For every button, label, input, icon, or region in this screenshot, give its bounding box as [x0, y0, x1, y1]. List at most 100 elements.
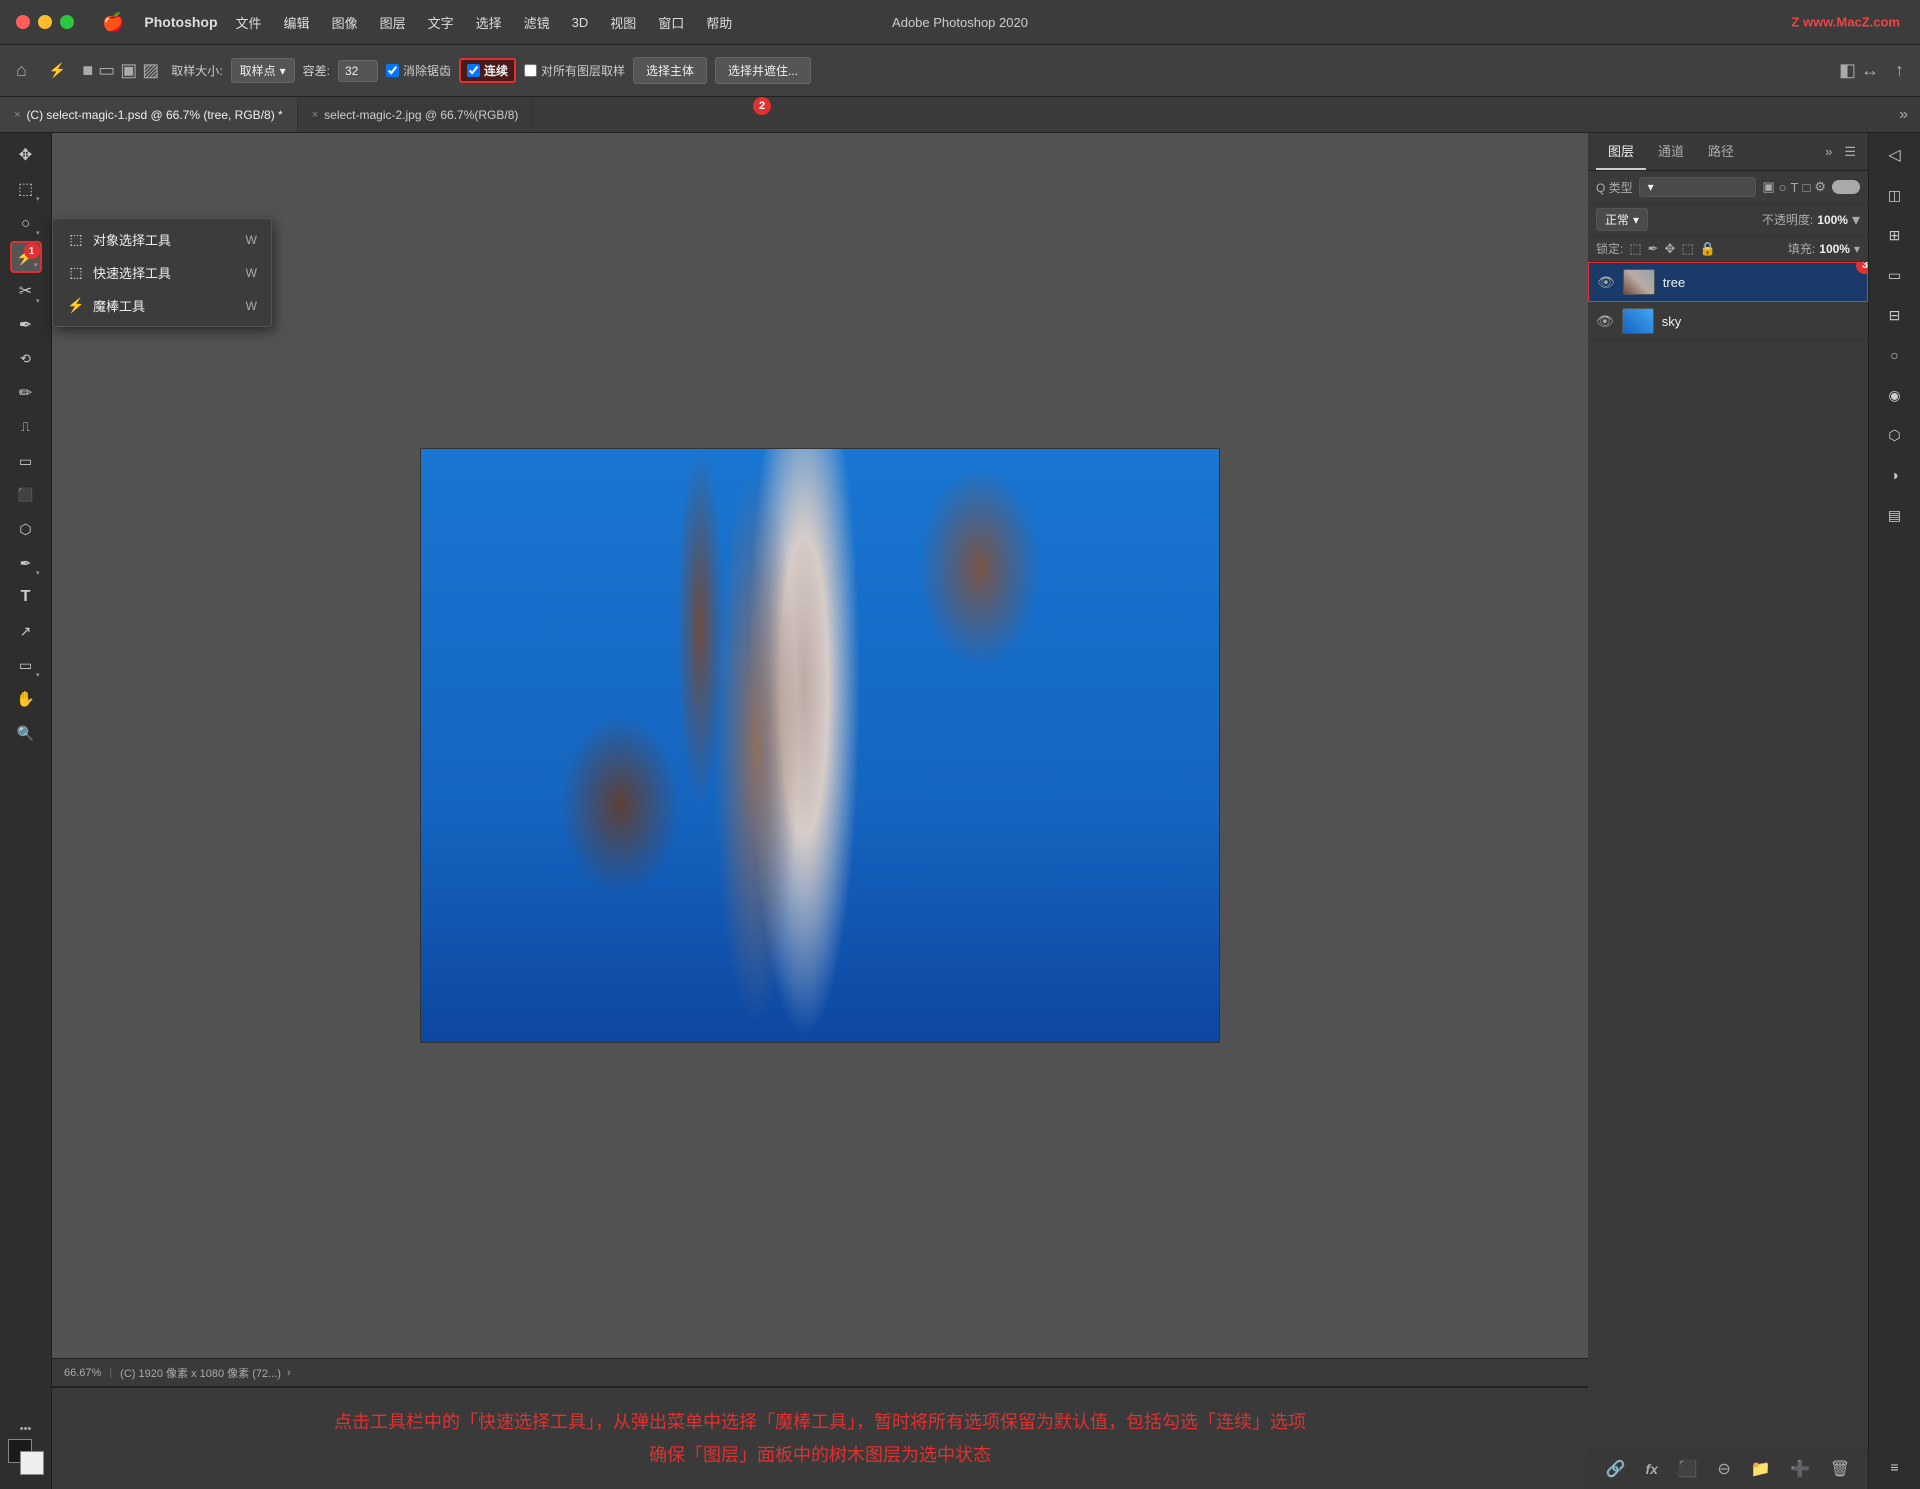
- healing-tool-button[interactable]: ⟲: [10, 343, 42, 375]
- menu-filter[interactable]: 滤镜: [514, 9, 560, 36]
- maximize-button[interactable]: [60, 15, 74, 29]
- menu-window[interactable]: 窗口: [648, 9, 694, 36]
- menu-layer[interactable]: 图层: [370, 9, 416, 36]
- layer-adjustment-button[interactable]: ⊖: [1711, 1455, 1736, 1483]
- context-quick-select[interactable]: ⬚ 快速选择工具 W: [53, 256, 271, 289]
- tab-close-jpg[interactable]: ×: [312, 109, 318, 121]
- pen-tool-button[interactable]: ✒ ▾: [10, 547, 42, 579]
- tab-psd[interactable]: × (C) select-magic-1.psd @ 66.7% (tree, …: [0, 97, 298, 132]
- minimize-button[interactable]: [38, 15, 52, 29]
- blend-mode-row: 正常 ▾ 不透明度: 100% ▾: [1588, 204, 1868, 236]
- sky-layer-item[interactable]: 👁 sky: [1588, 302, 1868, 341]
- tree-layer-item[interactable]: 👁 tree: [1588, 262, 1868, 302]
- brush-tool-button[interactable]: ✏: [10, 377, 42, 409]
- tree-visibility-icon[interactable]: 👁: [1597, 274, 1615, 291]
- sky-visibility-icon[interactable]: 👁: [1596, 313, 1614, 330]
- new-group-button[interactable]: 📁: [1745, 1455, 1777, 1483]
- dodge-tool-button[interactable]: ⬡: [10, 513, 42, 545]
- lock-position-icon[interactable]: ✥: [1665, 241, 1676, 257]
- panel-toggle-icon[interactable]: ◧ ↔: [1839, 60, 1879, 81]
- tab-channels[interactable]: 通道: [1646, 133, 1696, 170]
- crop-tool-button[interactable]: ✂ ▾: [10, 275, 42, 307]
- sample-size-dropdown[interactable]: 取样点 ▾: [231, 58, 295, 83]
- panel-icon-3[interactable]: ▭: [1879, 259, 1911, 291]
- tabs-overflow[interactable]: »: [1887, 106, 1920, 124]
- adjustments-icon[interactable]: ◑: [1879, 459, 1911, 491]
- lock-pixel-icon[interactable]: ✒: [1648, 241, 1659, 257]
- lock-transparent-icon[interactable]: ⬚: [1629, 241, 1641, 257]
- anti-alias-checkbox[interactable]: 消除锯齿: [386, 62, 451, 79]
- hand-tool-button[interactable]: ✋: [10, 683, 42, 715]
- tab-layers[interactable]: 图层: [1596, 133, 1646, 170]
- shape-tool-button[interactable]: ▭ ▾: [10, 649, 42, 681]
- filter-type-dropdown[interactable]: ▾: [1639, 177, 1757, 197]
- tab-jpg[interactable]: × select-magic-2.jpg @ 66.7%(RGB/8): [298, 97, 534, 132]
- filter-pixel-icon[interactable]: ▣: [1762, 179, 1774, 195]
- opacity-arrow[interactable]: ▾: [1852, 210, 1860, 230]
- close-button[interactable]: [16, 15, 30, 29]
- lock-all-icon[interactable]: 🔒: [1700, 241, 1716, 257]
- layers-panel-icon[interactable]: ▤: [1879, 499, 1911, 531]
- libraries-icon[interactable]: ◫: [1879, 179, 1911, 211]
- clone-tool-button[interactable]: ⎍: [10, 411, 42, 443]
- menu-edit[interactable]: 编辑: [274, 9, 320, 36]
- menu-select[interactable]: 选择: [466, 9, 512, 36]
- type-tool-button[interactable]: T: [10, 581, 42, 613]
- panel-options-button[interactable]: ☰: [1840, 140, 1860, 164]
- home-button[interactable]: ⌂: [8, 56, 35, 85]
- menu-file[interactable]: 文件: [226, 9, 272, 36]
- export-icon[interactable]: ↑: [1887, 60, 1912, 81]
- opacity-value[interactable]: 100%: [1817, 213, 1848, 227]
- filter-shape-icon[interactable]: □: [1802, 180, 1810, 195]
- properties-icon[interactable]: ≡: [1879, 1451, 1911, 1483]
- link-layers-button[interactable]: 🔗: [1600, 1455, 1632, 1483]
- new-layer-button[interactable]: ➕: [1784, 1455, 1816, 1483]
- fill-arrow[interactable]: ▾: [1854, 242, 1860, 256]
- select-subject-button[interactable]: 选择主体: [633, 57, 707, 84]
- fill-value[interactable]: 100%: [1819, 242, 1850, 256]
- lasso-tool-button[interactable]: ○ ▾: [10, 207, 42, 239]
- menu-view[interactable]: 视图: [600, 9, 646, 36]
- color-panel-icon[interactable]: ◉: [1879, 379, 1911, 411]
- panel-menu-button[interactable]: »: [1821, 140, 1836, 164]
- marquee-tool-button[interactable]: ⬚ ▾: [10, 173, 42, 205]
- background-color[interactable]: [20, 1451, 44, 1475]
- magic-wand-tool-button[interactable]: ⚡ ▾ 1: [10, 241, 42, 273]
- brush-panel-icon[interactable]: ○: [1879, 339, 1911, 371]
- panel-expand-icon[interactable]: ◁: [1879, 139, 1911, 171]
- menu-image[interactable]: 图像: [322, 9, 368, 36]
- menu-type[interactable]: 文字: [418, 9, 464, 36]
- channels-icon[interactable]: ⊟: [1879, 299, 1911, 331]
- filter-adjust-icon[interactable]: ○: [1779, 180, 1787, 195]
- menu-help[interactable]: 帮助: [696, 9, 742, 36]
- extra-tools[interactable]: •••: [20, 1423, 32, 1435]
- move-tool-button[interactable]: ✥: [10, 139, 42, 171]
- gradient-tool-button[interactable]: ⬛: [10, 479, 42, 511]
- filter-type-icon[interactable]: T: [1791, 180, 1799, 195]
- canvas-image[interactable]: [420, 448, 1220, 1043]
- eyedropper-tool-button[interactable]: ✒: [10, 309, 42, 341]
- filter-smart-icon[interactable]: ⚙: [1814, 179, 1826, 195]
- tab-paths[interactable]: 路径: [1696, 133, 1746, 170]
- eraser-tool-button[interactable]: ▭: [10, 445, 42, 477]
- filter-toggle[interactable]: [1832, 180, 1860, 194]
- tab-close-psd[interactable]: ×: [14, 109, 20, 121]
- contiguous-checkbox[interactable]: 连续: [459, 58, 516, 83]
- layer-mask-button[interactable]: ⬛: [1672, 1455, 1704, 1483]
- context-magic-wand[interactable]: ⚡ 魔棒工具 W: [53, 289, 271, 322]
- swatches-icon[interactable]: ⬡: [1879, 419, 1911, 451]
- blend-mode-dropdown[interactable]: 正常 ▾: [1596, 208, 1648, 231]
- path-select-tool-button[interactable]: ↗: [10, 615, 42, 647]
- sample-all-checkbox[interactable]: 对所有图层取样: [524, 62, 625, 79]
- layer-fx-button[interactable]: fx: [1640, 1457, 1664, 1481]
- menu-3d[interactable]: 3D: [562, 11, 599, 34]
- grid-icon[interactable]: ⊞: [1879, 219, 1911, 251]
- select-mask-button[interactable]: 选择并遮住...: [715, 57, 811, 84]
- doc-info-arrow[interactable]: ›: [287, 1367, 291, 1379]
- tolerance-input[interactable]: [338, 60, 378, 82]
- lock-artboard-icon[interactable]: ⬚: [1681, 241, 1693, 257]
- delete-layer-button[interactable]: 🗑: [1824, 1455, 1856, 1483]
- context-object-select[interactable]: ⬚ 对象选择工具 W: [53, 223, 271, 256]
- zoom-tool-button[interactable]: 🔍: [10, 717, 42, 749]
- foreground-background-colors[interactable]: [8, 1439, 44, 1475]
